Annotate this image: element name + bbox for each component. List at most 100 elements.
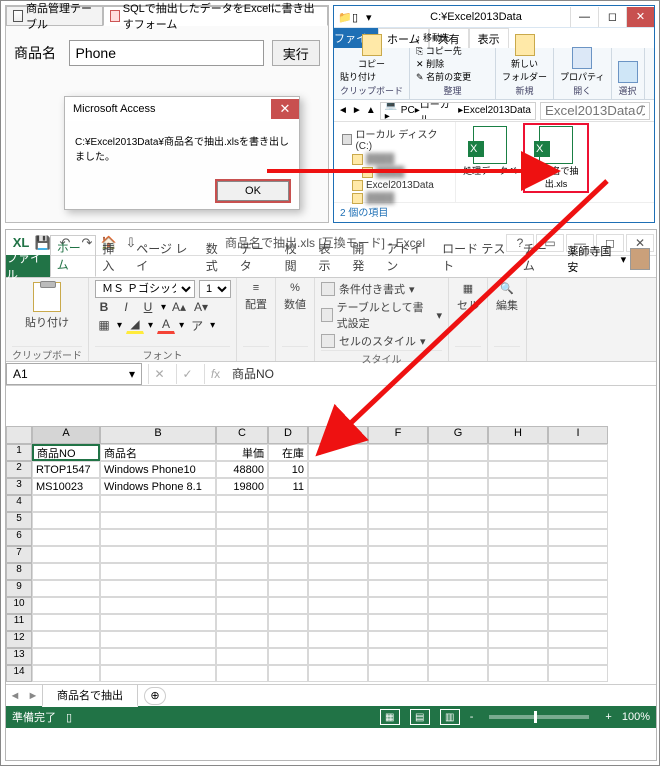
cell[interactable] [428,563,488,580]
cell[interactable] [368,563,428,580]
cell[interactable] [428,648,488,665]
breadcrumb[interactable]: 💻 ▸ PC ▸ ローカル... ▸ Excel2013Data [380,102,536,120]
cell[interactable] [100,614,216,631]
cell[interactable] [428,597,488,614]
cell[interactable]: 10 [268,461,308,478]
row-header[interactable]: 10 [6,597,32,614]
enter-icon[interactable]: ✓ [176,364,198,384]
cell[interactable] [488,529,548,546]
cell[interactable] [368,546,428,563]
ribbon-tab-dev[interactable]: 開発 [346,237,380,277]
macro-record-icon[interactable]: ▯ [66,711,72,724]
cell[interactable] [428,546,488,563]
file-item[interactable]: 処理データベ [460,126,520,177]
zoom-slider[interactable] [489,715,589,719]
cell[interactable] [488,478,548,495]
cell[interactable] [488,512,548,529]
cell[interactable] [100,665,216,682]
cond-format-button[interactable]: 条件付き書式 ▾ [321,280,442,298]
cell[interactable] [548,444,608,461]
msgbox-close-button[interactable]: ✕ [271,99,299,119]
cell[interactable] [268,648,308,665]
cell[interactable] [308,546,368,563]
access-tab-form[interactable]: SQLで抽出したデータをExcelに書き出すフォーム [103,6,328,26]
cell[interactable] [308,461,368,478]
delete-button[interactable]: ✕ 削除 [416,58,489,70]
copy-to-button[interactable]: ⎘ コピー先 [416,45,489,57]
zoom-out-button[interactable]: - [470,711,474,723]
rename-button[interactable]: ✎ 名前の変更 [416,71,489,83]
cell[interactable] [548,495,608,512]
cell[interactable] [308,665,368,682]
cell[interactable] [368,580,428,597]
cell[interactable] [488,563,548,580]
cell[interactable] [216,665,268,682]
number-button[interactable]: %数値 [282,280,308,314]
cell[interactable] [548,461,608,478]
select-all-button[interactable] [6,426,32,444]
cell[interactable] [216,614,268,631]
move-to-button[interactable]: ↕ 移動先 [416,32,489,44]
ribbon-tab-loadtest[interactable]: ロード テスト [436,237,517,277]
ribbon-tab-layout[interactable]: ページ レイ [130,237,200,277]
cell[interactable] [548,631,608,648]
maximize-button[interactable]: ◻ [598,7,626,27]
cell[interactable]: 48800 [216,461,268,478]
cell[interactable] [488,597,548,614]
cell[interactable] [308,478,368,495]
sheet-tab[interactable]: 商品名で抽出 [42,684,138,707]
select-button[interactable] [618,61,638,83]
ribbon-tab-data[interactable]: データ [234,237,279,277]
cell[interactable]: Windows Phone 8.1 [100,478,216,495]
cell[interactable] [548,546,608,563]
excel-file-tab[interactable]: ファイル [6,255,50,277]
col-header[interactable]: C [216,426,268,444]
forward-button[interactable]: ► [352,105,362,116]
cell[interactable] [32,631,100,648]
add-sheet-button[interactable]: ⊕ [144,687,166,705]
paste-button[interactable]: 貼り付け [12,280,82,332]
row-header[interactable]: 4 [6,495,32,512]
row-header[interactable]: 9 [6,580,32,597]
cell[interactable] [32,512,100,529]
cell[interactable] [216,648,268,665]
sheet-nav-prev[interactable]: ◄ [6,690,24,702]
cell[interactable] [268,495,308,512]
col-header[interactable]: G [428,426,488,444]
back-button[interactable]: ◄ [338,105,348,116]
row-header[interactable]: 7 [6,546,32,563]
row-header[interactable]: 13 [6,648,32,665]
ribbon-tab-team[interactable]: チーム [517,237,562,277]
cell[interactable] [308,495,368,512]
col-header[interactable]: H [488,426,548,444]
cell[interactable] [216,580,268,597]
cell[interactable]: Windows Phone10 [100,461,216,478]
excel-user[interactable]: 薬師寺国安 ▾ [561,241,656,277]
cell[interactable] [428,631,488,648]
italic-button[interactable]: I [117,298,135,316]
col-header[interactable]: D [268,426,308,444]
font-color-button[interactable]: A [157,316,175,334]
cell[interactable] [32,580,100,597]
cell[interactable]: 商品NO [32,444,100,461]
cell[interactable] [216,563,268,580]
row-header[interactable]: 2 [6,461,32,478]
cell[interactable] [368,529,428,546]
cell[interactable] [428,478,488,495]
cell[interactable] [32,665,100,682]
cell[interactable] [268,512,308,529]
row-header[interactable]: 11 [6,614,32,631]
cell[interactable] [32,563,100,580]
properties-button[interactable]: プロパティ [560,47,604,83]
decrease-font-button[interactable]: A▾ [192,298,210,316]
font-name-select[interactable]: ＭＳ Ｐゴシック [95,280,195,298]
paste-button[interactable]: 貼り付け [340,71,403,83]
ribbon-tab-review[interactable]: 校閲 [279,237,313,277]
cell[interactable] [32,495,100,512]
row-header[interactable]: 8 [6,563,32,580]
zoom-in-button[interactable]: + [605,711,611,723]
file-item-highlighted[interactable]: 商品名で抽出.xls [526,126,586,190]
cell[interactable] [308,529,368,546]
cell[interactable] [268,597,308,614]
cell[interactable]: 11 [268,478,308,495]
